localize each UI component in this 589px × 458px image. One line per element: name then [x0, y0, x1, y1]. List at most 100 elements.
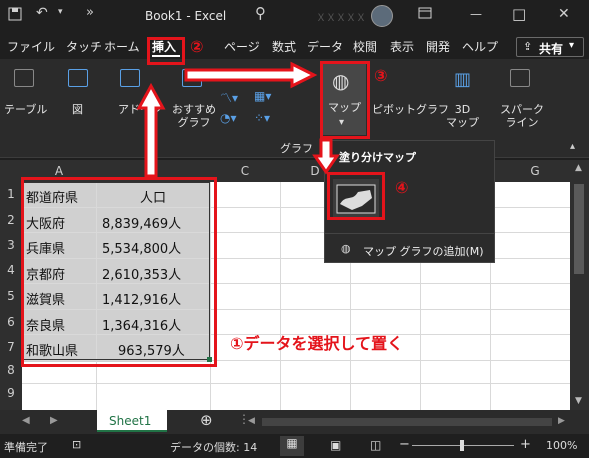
illustrations-button[interactable]: 図 [62, 63, 98, 133]
picture-icon [68, 69, 88, 87]
annotation-step-2: ② [190, 37, 204, 56]
sheet-tab-label: Sheet1 [109, 414, 152, 428]
page-layout-icon[interactable]: ▣ [330, 438, 341, 452]
normal-view-icon[interactable]: ▦ [280, 436, 304, 456]
ribbon: テーブル 図 アドイン おすすめ グラフ ▥▾ 〽▾ ◔▾ ▤▾ ▦▾ ⁘▾ ▧… [0, 59, 589, 158]
row-header[interactable]: 8 [0, 363, 22, 377]
row-header[interactable]: 3 [0, 238, 22, 252]
3d-map-icon: ▥ [454, 69, 472, 90]
scroll-thumb[interactable] [574, 184, 584, 274]
zoom-in-button[interactable]: + [520, 437, 531, 452]
tab-data[interactable]: データ [307, 38, 343, 55]
tab-formulas[interactable]: 数式 [272, 38, 296, 55]
row-header[interactable]: 4 [0, 263, 22, 277]
annotation-filled-map-box [327, 172, 385, 220]
avatar[interactable] [371, 5, 393, 27]
hierarchy-chart-icon[interactable]: ▤▾ [254, 67, 271, 81]
prev-sheet-icon[interactable]: ◀ [22, 415, 30, 426]
pie-chart-icon[interactable]: ◔▾ [220, 111, 237, 125]
addins-icon [120, 69, 140, 87]
select-all-corner[interactable] [0, 160, 22, 182]
chevron-down-icon: ▾ [569, 40, 575, 51]
user-name: ＸＸＸＸＸ [316, 13, 366, 24]
row-header[interactable]: 9 [0, 386, 22, 400]
scroll-left-icon[interactable]: ◀ [248, 416, 255, 426]
more-commands-icon[interactable]: » [86, 5, 94, 20]
grid-line [22, 383, 570, 384]
column-header-a[interactable]: A [22, 164, 96, 178]
undo-icon[interactable]: ↶ [36, 5, 48, 21]
scroll-down-icon[interactable]: ▼ [575, 396, 582, 406]
horizontal-scrollbar[interactable] [262, 418, 552, 426]
column-header-c[interactable]: C [210, 164, 280, 178]
share-label: 共有 [539, 42, 564, 56]
tab-home[interactable]: ホーム [104, 38, 140, 55]
share-button[interactable]: ⇪ 共有 ▾ [516, 37, 584, 57]
row-headers: 1 2 3 4 5 6 7 8 9 [0, 182, 22, 410]
scroll-right-icon[interactable]: ▶ [558, 416, 565, 426]
tab-view[interactable]: 表示 [390, 38, 414, 55]
recommended-charts-icon [182, 69, 202, 87]
tab-review[interactable]: 校閲 [353, 38, 377, 55]
window-title: Book1 - Excel [145, 9, 227, 23]
status-count: データの個数: 14 [170, 441, 258, 454]
restore-button[interactable]: □ [512, 5, 526, 23]
minimize-button[interactable]: — [470, 7, 482, 21]
tab-page[interactable]: ページ [224, 38, 260, 55]
scatter-chart-icon[interactable]: ⁘▾ [254, 111, 270, 125]
illustrations-label: 図 [72, 103, 83, 116]
row-header[interactable]: 6 [0, 315, 22, 329]
ribbon-display-icon[interactable] [418, 6, 432, 24]
add-sheet-icon[interactable]: ⊕ [200, 411, 213, 429]
row-header[interactable]: 5 [0, 289, 22, 303]
sparklines-icon [510, 69, 530, 87]
recommended-charts-button[interactable]: おすすめ グラフ [170, 63, 216, 137]
share-icon: ⇪ [523, 40, 533, 53]
vertical-scrollbar[interactable]: ▲ ▼ [570, 160, 589, 410]
add-map-chart-item[interactable]: マップ グラフの追加(M) [363, 243, 484, 259]
waterfall-chart-icon[interactable]: ▧▾ [288, 67, 305, 81]
macro-record-icon[interactable]: ⊡ [72, 438, 81, 451]
annotation-data-box [21, 177, 217, 367]
dropdown-header: 塗り分けマップ [339, 151, 416, 164]
zoom-slider-thumb[interactable] [460, 440, 464, 451]
column-header-g[interactable]: G [500, 164, 570, 178]
sparklines-button[interactable]: スパーク ライン [498, 63, 546, 137]
pivot-chart-label: ピボットグラフ [372, 103, 449, 116]
tab-help[interactable]: ヘルプ [462, 38, 498, 55]
row-header[interactable]: 2 [0, 213, 22, 227]
search-icon[interactable]: ⚲ [255, 4, 266, 22]
statistic-chart-icon[interactable]: ▦▾ [254, 89, 271, 103]
tab-touch[interactable]: タッチ [66, 38, 102, 55]
title-bar: ↶ ▾ » Book1 - Excel ⚲ ＸＸＸＸＸ — □ ✕ [0, 0, 589, 33]
line-chart-icon[interactable]: 〽▾ [220, 89, 238, 106]
3d-map-label: 3D マップ [446, 103, 479, 129]
3d-map-button[interactable]: ▥ 3D マップ [442, 63, 488, 137]
dropdown-divider [325, 233, 494, 234]
undo-dropdown-icon[interactable]: ▾ [58, 7, 63, 17]
zoom-out-button[interactable]: − [399, 437, 410, 452]
next-sheet-icon[interactable]: ▶ [50, 415, 58, 426]
scroll-up-icon[interactable]: ▲ [575, 163, 582, 173]
zoom-level[interactable]: 100% [546, 439, 577, 452]
sparklines-label: スパーク ライン [500, 103, 544, 129]
add-map-icon: ◍ [341, 242, 351, 255]
tab-file[interactable]: ファイル [7, 38, 55, 55]
chevron-up-icon[interactable]: ▴ [570, 141, 575, 152]
annotation-map-button-box [320, 61, 370, 139]
row-header[interactable]: 1 [0, 187, 22, 201]
addins-button[interactable]: アドイン [112, 63, 162, 133]
page-break-icon[interactable]: ◫ [370, 438, 381, 452]
table-button[interactable]: テーブル [2, 63, 47, 133]
charts-group-label: グラフ [280, 142, 313, 155]
sheet-tab[interactable]: Sheet1 [97, 410, 167, 432]
row-header[interactable]: 7 [0, 340, 22, 354]
tab-developer[interactable]: 開発 [426, 38, 450, 55]
close-button[interactable]: ✕ [558, 6, 570, 22]
table-icon [14, 69, 34, 87]
addins-label: アドイン [118, 103, 162, 116]
column-chart-icon[interactable]: ▥▾ [220, 67, 237, 81]
status-ready: 準備完了 [4, 441, 48, 454]
column-header-b[interactable]: B [96, 164, 210, 178]
save-icon[interactable] [8, 7, 22, 25]
